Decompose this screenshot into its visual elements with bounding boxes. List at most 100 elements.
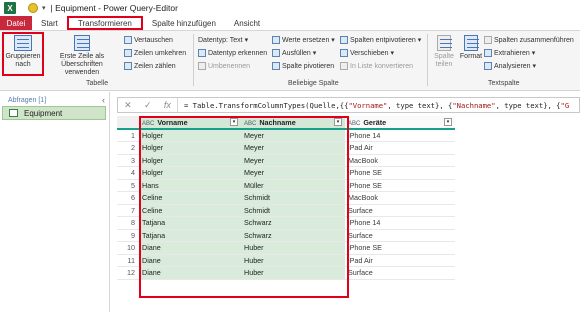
cell-geraete[interactable]: Surface: [345, 266, 455, 280]
cell-nachname[interactable]: Schmidt: [241, 191, 345, 205]
cell-geraete[interactable]: iPhone SE: [345, 241, 455, 255]
cell-nachname[interactable]: Meyer: [241, 129, 345, 142]
count-rows-button[interactable]: Zeilen zählen: [124, 61, 176, 71]
row-number[interactable]: 4: [117, 166, 139, 180]
cell-vorname[interactable]: Tatjana: [139, 229, 241, 242]
column-header-geraete[interactable]: ABC Geräte ▾: [345, 116, 455, 130]
row-number[interactable]: 3: [117, 154, 139, 167]
reverse-rows-icon: [124, 49, 132, 57]
tab-ansicht[interactable]: Ansicht: [225, 16, 269, 30]
cell-geraete[interactable]: iPad Air: [345, 141, 455, 155]
cell-nachname[interactable]: Schwarz: [241, 229, 345, 242]
table-row: 8 Tatjana Schwarz iPhone 14: [117, 216, 455, 230]
cell-vorname[interactable]: Diane: [139, 254, 241, 267]
cell-nachname[interactable]: Meyer: [241, 141, 345, 155]
cell-geraete[interactable]: MacBook: [345, 191, 455, 205]
merge-columns-button[interactable]: Spalten zusammenführen: [484, 35, 574, 45]
cell-vorname[interactable]: Holger: [139, 154, 241, 167]
cell-vorname[interactable]: Holger: [139, 141, 241, 155]
split-column-label: Spalte teilen: [434, 53, 454, 68]
row-number[interactable]: 5: [117, 179, 139, 192]
format-button[interactable]: Format: [459, 35, 483, 61]
cell-vorname[interactable]: Tatjana: [139, 216, 241, 230]
filter-dropdown-icon[interactable]: ▾: [334, 118, 342, 126]
cell-nachname[interactable]: Huber: [241, 266, 345, 280]
column-header-vorname[interactable]: ABC Vorname ▾: [139, 116, 241, 130]
cell-geraete[interactable]: iPhone SE: [345, 179, 455, 192]
cell-nachname[interactable]: Huber: [241, 241, 345, 255]
feedback-smiley-icon[interactable]: [28, 3, 38, 13]
extract-button[interactable]: Extrahieren ▾: [484, 48, 535, 58]
format-icon: [464, 35, 479, 51]
cell-geraete[interactable]: Surface: [345, 204, 455, 217]
rename-button[interactable]: Umbenennen: [198, 61, 250, 71]
cell-vorname[interactable]: Celine: [139, 191, 241, 205]
row-number[interactable]: 2: [117, 141, 139, 155]
tab-datei[interactable]: Datei: [0, 16, 32, 30]
cell-geraete[interactable]: MacBook: [345, 154, 455, 167]
cell-nachname[interactable]: Müller: [241, 179, 345, 192]
fx-icon[interactable]: fx: [164, 100, 171, 110]
tab-start[interactable]: Start: [32, 16, 67, 30]
unpivot-columns-button[interactable]: Spalten entpivotieren ▾: [340, 35, 421, 45]
tab-transformieren[interactable]: Transformieren: [66, 16, 143, 30]
datatype-dropdown[interactable]: Datentyp: Text ▾: [198, 35, 248, 45]
text-type-icon[interactable]: ABC: [244, 121, 256, 127]
first-row-headers-button[interactable]: Erste Zeile als Überschriften verwenden: [44, 35, 120, 77]
move-label: Verschieben: [350, 49, 389, 57]
collapse-pane-icon[interactable]: ‹: [102, 95, 105, 105]
tab-spalte-hinzufuegen[interactable]: Spalte hinzufügen: [143, 16, 225, 30]
row-number[interactable]: 8: [117, 216, 139, 230]
replace-values-button[interactable]: Werte ersetzen ▾: [272, 35, 335, 45]
detect-datatype-button[interactable]: Datentyp erkennen: [198, 48, 267, 58]
row-number[interactable]: 12: [117, 266, 139, 280]
filter-dropdown-icon[interactable]: ▾: [444, 118, 452, 126]
table-corner-menu[interactable]: [117, 116, 139, 130]
quick-access-dropdown-icon[interactable]: ▾: [42, 4, 46, 12]
fill-button[interactable]: Ausfüllen ▾: [272, 48, 316, 58]
formula-input[interactable]: = Table.TransformColumnTypes(Quelle,{{"V…: [178, 101, 569, 110]
cell-nachname[interactable]: Schwarz: [241, 216, 345, 230]
column-header-nachname[interactable]: ABC Nachname ▾: [241, 116, 345, 130]
cell-vorname[interactable]: Diane: [139, 241, 241, 255]
text-type-icon[interactable]: ABC: [142, 121, 154, 127]
cell-nachname[interactable]: Meyer: [241, 166, 345, 180]
cell-geraete[interactable]: Surface: [345, 229, 455, 242]
table-row: 4 Holger Meyer iPhone SE: [117, 166, 455, 180]
analyze-button[interactable]: Analysieren ▾: [484, 61, 536, 71]
cell-geraete[interactable]: iPhone 14: [345, 129, 455, 142]
confirm-formula-icon[interactable]: ✓: [144, 100, 152, 111]
split-column-icon: [437, 35, 452, 51]
reverse-rows-button[interactable]: Zeilen umkehren: [124, 48, 186, 58]
cell-geraete[interactable]: iPhone 14: [345, 216, 455, 230]
query-item-equipment[interactable]: Equipment: [2, 106, 106, 120]
pivot-column-button[interactable]: Spalte pivotieren: [272, 61, 334, 71]
row-number[interactable]: 6: [117, 191, 139, 205]
cell-nachname[interactable]: Meyer: [241, 154, 345, 167]
move-button[interactable]: Verschieben ▾: [340, 48, 394, 58]
cell-vorname[interactable]: Hans: [139, 179, 241, 192]
row-number[interactable]: 7: [117, 204, 139, 217]
text-type-icon[interactable]: ABC: [348, 121, 360, 127]
cell-geraete[interactable]: iPhone SE: [345, 166, 455, 180]
transpose-button[interactable]: Vertauschen: [124, 35, 173, 45]
cell-nachname[interactable]: Schmidt: [241, 204, 345, 217]
row-number[interactable]: 11: [117, 254, 139, 267]
table-row: 10 Diane Huber iPhone SE: [117, 241, 455, 255]
convert-to-list-button[interactable]: In Liste konvertieren: [340, 61, 413, 71]
cell-nachname[interactable]: Huber: [241, 254, 345, 267]
cell-vorname[interactable]: Celine: [139, 204, 241, 217]
formula-part: , type text}, {: [387, 100, 453, 110]
cell-geraete[interactable]: iPad Air: [345, 254, 455, 267]
cell-vorname[interactable]: Holger: [139, 129, 241, 142]
row-number[interactable]: 10: [117, 241, 139, 255]
first-row-headers-icon: [74, 35, 90, 51]
split-column-button[interactable]: Spalte teilen: [429, 35, 459, 69]
cancel-formula-icon[interactable]: ✕: [124, 100, 132, 111]
row-number[interactable]: 9: [117, 229, 139, 242]
filter-dropdown-icon[interactable]: ▾: [230, 118, 238, 126]
cell-vorname[interactable]: Diane: [139, 266, 241, 280]
cell-vorname[interactable]: Holger: [139, 166, 241, 180]
table-row: 7 Celine Schmidt Surface: [117, 204, 455, 217]
row-number[interactable]: 1: [117, 129, 139, 142]
